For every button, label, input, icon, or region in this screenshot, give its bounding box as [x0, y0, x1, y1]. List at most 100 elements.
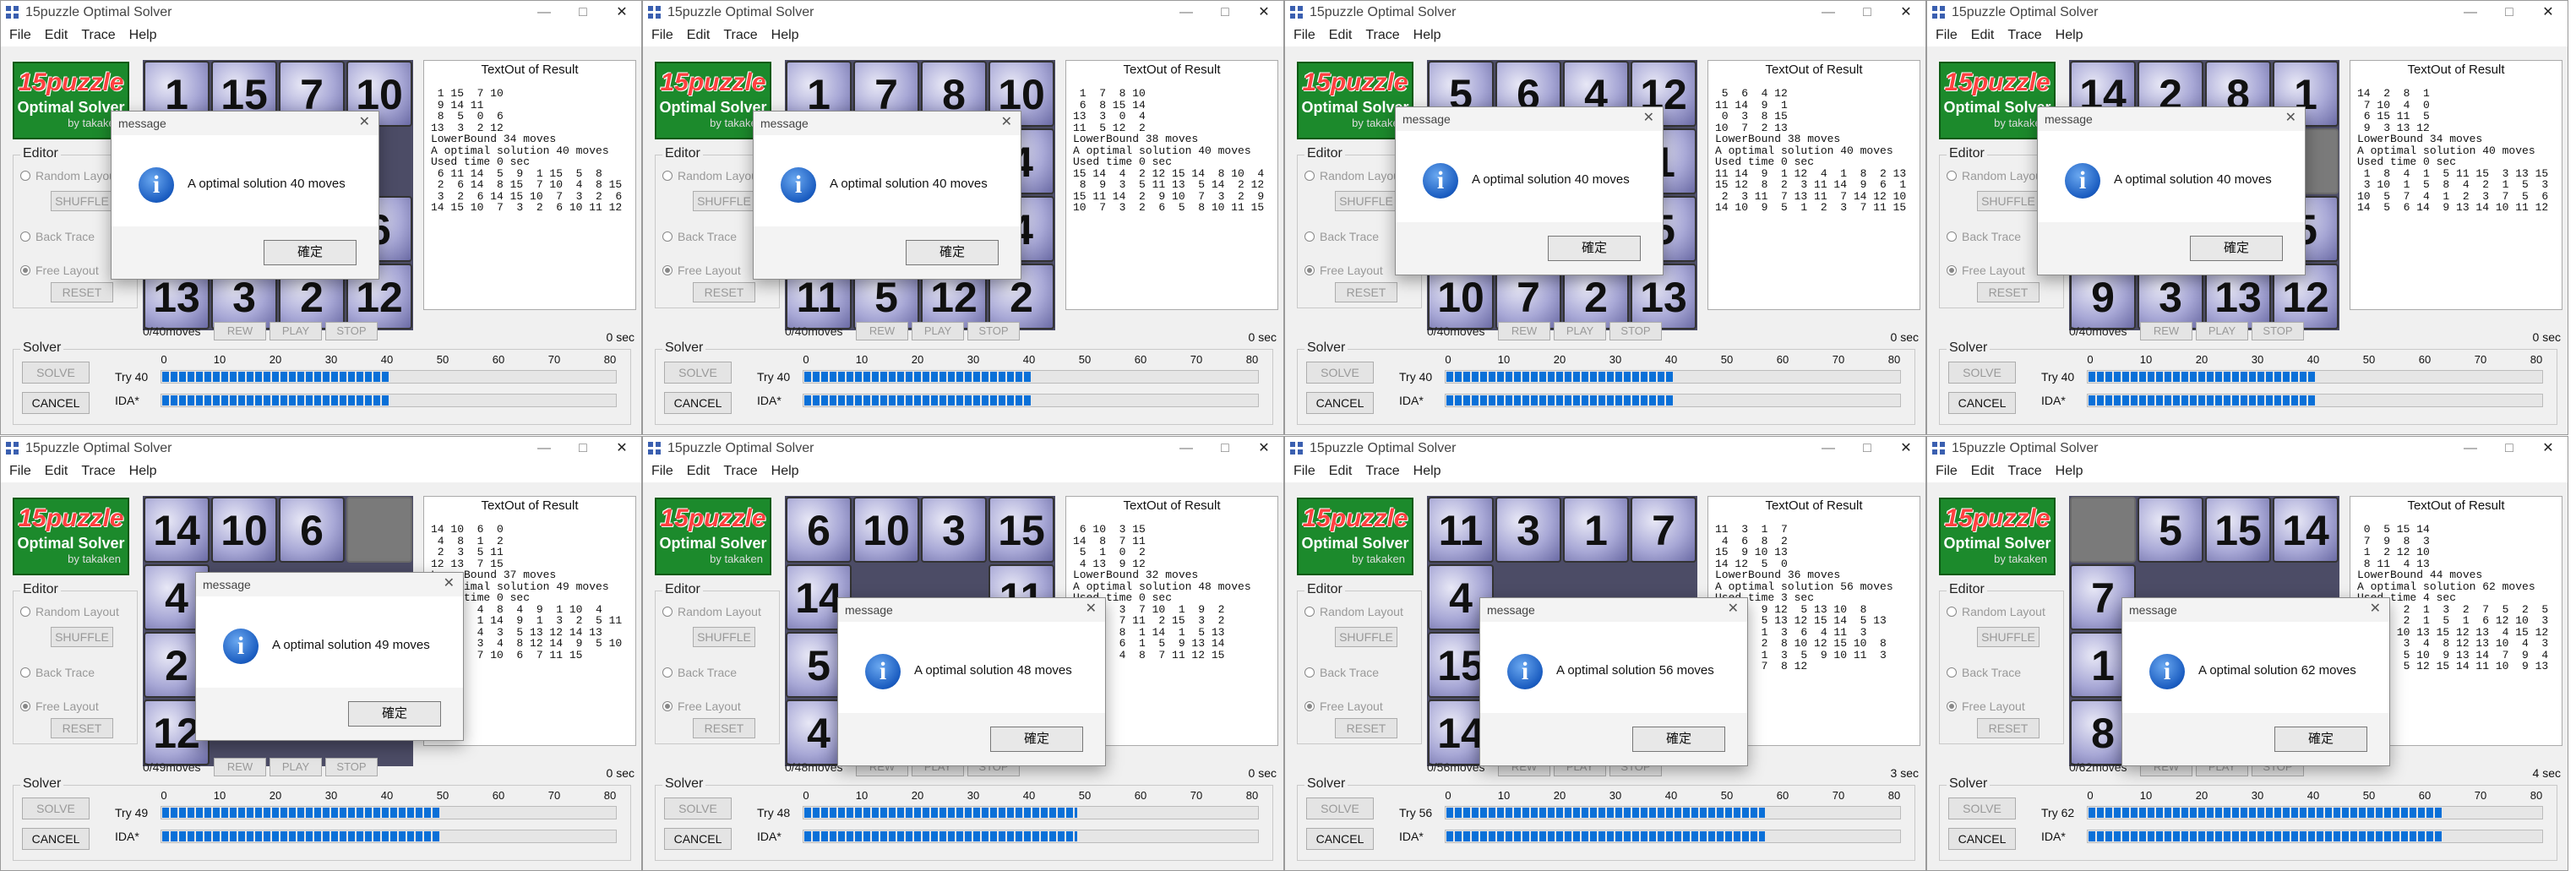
solve-button[interactable]: SOLVE [664, 798, 732, 819]
menu-item-file[interactable]: File [9, 28, 31, 43]
radio-dot[interactable] [20, 701, 30, 711]
puzzle-tile[interactable]: 6 [279, 497, 345, 563]
radio-free-layout[interactable]: Free Layout [20, 264, 99, 277]
solve-button[interactable]: SOLVE [1948, 798, 2016, 819]
radio-back-trace[interactable]: Back Trace [20, 666, 95, 679]
menu-item-file[interactable]: File [9, 464, 31, 479]
menu-item-edit[interactable]: Edit [1329, 464, 1353, 479]
radio-dot[interactable] [662, 607, 673, 617]
rew-button[interactable]: REW [214, 758, 266, 776]
radio-dot[interactable] [662, 231, 673, 242]
shuffle-button[interactable]: SHUFFLE [693, 191, 755, 211]
dialog-close-icon[interactable]: ✕ [1001, 113, 1012, 130]
close-icon[interactable]: ✕ [602, 437, 641, 460]
maximize-icon[interactable]: □ [1848, 437, 1887, 460]
solve-button[interactable]: SOLVE [1306, 362, 1374, 384]
maximize-icon[interactable]: □ [2490, 1, 2529, 24]
rew-button[interactable]: REW [1498, 322, 1550, 340]
ok-button[interactable]: 確定 [348, 701, 441, 727]
radio-back-trace[interactable]: Back Trace [1304, 230, 1379, 243]
puzzle-tile[interactable]: 15 [2205, 497, 2271, 563]
radio-free-layout[interactable]: Free Layout [20, 700, 99, 713]
radio-dot[interactable] [1947, 667, 1957, 678]
radio-free-layout[interactable]: Free Layout [1947, 700, 2025, 713]
dialog-close-icon[interactable]: ✕ [359, 113, 370, 130]
result-textbox[interactable]: TextOut of Result 14 2 8 1 7 10 4 0 6 15 … [2350, 60, 2562, 310]
reset-button[interactable]: RESET [51, 718, 113, 738]
radio-dot[interactable] [1947, 701, 1957, 711]
stop-button[interactable]: STOP [325, 322, 378, 340]
result-textbox[interactable]: TextOut of Result 5 6 4 12 11 14 9 1 0 3… [1707, 60, 1920, 310]
ok-button[interactable]: 確定 [2274, 727, 2367, 752]
radio-dot[interactable] [1304, 701, 1315, 711]
play-button[interactable]: PLAY [912, 322, 964, 340]
solve-button[interactable]: SOLVE [664, 362, 732, 384]
menu-item-trace[interactable]: Trace [1365, 28, 1399, 43]
cancel-button[interactable]: CANCEL [1306, 828, 1374, 850]
puzzle-tile[interactable]: 3 [1495, 497, 1561, 563]
radio-dot[interactable] [20, 231, 30, 242]
dialog-close-icon[interactable]: ✕ [2370, 600, 2381, 617]
radio-dot[interactable] [1947, 231, 1957, 242]
radio-back-trace[interactable]: Back Trace [662, 230, 737, 243]
menu-item-edit[interactable]: Edit [687, 28, 711, 43]
ok-button[interactable]: 確定 [906, 240, 999, 265]
puzzle-tile[interactable]: 11 [1428, 497, 1494, 563]
dialog-close-icon[interactable]: ✕ [1643, 109, 1654, 126]
radio-random-layout[interactable]: Random Layout [1947, 605, 2045, 618]
maximize-icon[interactable]: □ [564, 1, 602, 24]
minimize-icon[interactable]: — [2451, 437, 2490, 460]
minimize-icon[interactable]: — [2451, 1, 2490, 24]
solve-button[interactable]: SOLVE [22, 798, 90, 819]
puzzle-tile[interactable]: 5 [2138, 497, 2203, 563]
menu-item-trace[interactable]: Trace [723, 28, 757, 43]
radio-dot[interactable] [1304, 667, 1315, 678]
radio-dot[interactable] [20, 667, 30, 678]
close-icon[interactable]: ✕ [1887, 1, 1925, 24]
radio-dot[interactable] [662, 667, 673, 678]
minimize-icon[interactable]: — [1167, 437, 1206, 460]
play-button[interactable]: PLAY [270, 322, 322, 340]
menu-item-help[interactable]: Help [129, 464, 157, 479]
menu-item-file[interactable]: File [651, 28, 673, 43]
cancel-button[interactable]: CANCEL [1948, 392, 2016, 414]
puzzle-tile[interactable]: 14 [2273, 497, 2339, 563]
shuffle-button[interactable]: SHUFFLE [693, 627, 755, 647]
puzzle-tile[interactable]: 10 [211, 497, 277, 563]
radio-free-layout[interactable]: Free Layout [1947, 264, 2025, 277]
menu-item-edit[interactable]: Edit [687, 464, 711, 479]
radio-dot[interactable] [1947, 265, 1957, 275]
radio-random-layout[interactable]: Random Layout [1947, 169, 2045, 182]
maximize-icon[interactable]: □ [1206, 1, 1244, 24]
radio-random-layout[interactable]: Random Layout [662, 605, 761, 618]
shuffle-button[interactable]: SHUFFLE [1977, 191, 2040, 211]
menu-item-trace[interactable]: Trace [81, 464, 115, 479]
maximize-icon[interactable]: □ [1848, 1, 1887, 24]
solve-button[interactable]: SOLVE [1306, 798, 1374, 819]
radio-random-layout[interactable]: Random Layout [1304, 169, 1403, 182]
stop-button[interactable]: STOP [1609, 322, 1662, 340]
reset-button[interactable]: RESET [1977, 718, 2040, 738]
play-button[interactable]: PLAY [2196, 322, 2248, 340]
minimize-icon[interactable]: — [525, 437, 564, 460]
puzzle-tile[interactable]: 7 [1631, 497, 1696, 563]
radio-dot[interactable] [1947, 607, 1957, 617]
reset-button[interactable]: RESET [1977, 282, 2040, 302]
dialog-close-icon[interactable]: ✕ [1728, 600, 1739, 617]
radio-dot[interactable] [1304, 171, 1315, 181]
puzzle-tile[interactable]: 1 [1563, 497, 1629, 563]
menu-item-help[interactable]: Help [2056, 464, 2083, 479]
puzzle-tile[interactable]: 15 [988, 497, 1054, 563]
menu-item-edit[interactable]: Edit [45, 28, 68, 43]
menu-item-edit[interactable]: Edit [1971, 28, 1995, 43]
puzzle-tile[interactable]: 6 [786, 497, 852, 563]
close-icon[interactable]: ✕ [2529, 437, 2568, 460]
menu-item-file[interactable]: File [1293, 464, 1315, 479]
puzzle-tile[interactable]: 14 [144, 497, 210, 563]
menu-item-trace[interactable]: Trace [1365, 464, 1399, 479]
menu-item-help[interactable]: Help [1413, 464, 1441, 479]
radio-dot[interactable] [662, 265, 673, 275]
blank-tile[interactable] [346, 497, 412, 563]
ok-button[interactable]: 確定 [990, 727, 1083, 752]
puzzle-tile[interactable]: 3 [921, 497, 987, 563]
